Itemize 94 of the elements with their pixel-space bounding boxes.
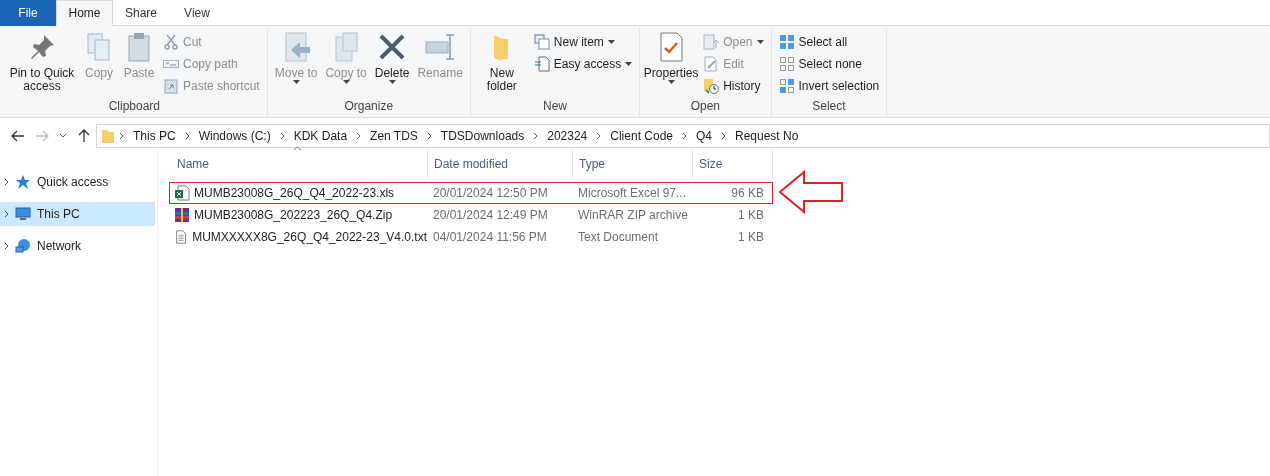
ribbon-button[interactable]: Invert selection (775, 75, 883, 97)
nav-item[interactable]: Network (0, 234, 155, 258)
text-file-icon (174, 229, 189, 245)
arrow-annotation-icon (778, 170, 844, 214)
column-header[interactable]: Name (171, 150, 428, 178)
table-cell-text: WinRAR ZIP archive (577, 208, 689, 222)
ribbon-button[interactable]: Select none (775, 53, 883, 75)
archive-icon (174, 207, 190, 223)
group-label: Clipboard (107, 99, 162, 115)
select-all-icon (778, 34, 795, 50)
table-cell-text: 1 KB (737, 208, 765, 222)
file-name: MUMB23008G_202223_26Q_Q4.Zip (194, 208, 393, 222)
chevron-icon (119, 131, 124, 140)
group-label: Open (689, 99, 722, 115)
back-arrow-icon (11, 129, 25, 142)
up-arrow-icon (78, 128, 90, 143)
chevron-icon (596, 131, 602, 140)
chevron-icon (4, 210, 9, 218)
scissors-icon (163, 34, 179, 50)
file-row[interactable]: MUMXXXXX8G_26Q_Q4_2022-23_V4.0.txt 04/01/2024 11:56 PM Text Document 1 KB (169, 226, 773, 248)
ribbon-button[interactable]: Select all (775, 31, 883, 53)
ribbon-button[interactable]: New folder (474, 29, 529, 99)
ribbon-button[interactable]: Pin to Quick access (6, 29, 78, 99)
chevron-icon (721, 131, 726, 140)
breadcrumb[interactable]: Q4 (691, 128, 717, 143)
caret-icon (756, 40, 764, 44)
edit-icon (703, 56, 720, 72)
chevron-icon (4, 178, 9, 186)
network-icon (15, 238, 31, 254)
open-icon (703, 34, 720, 50)
group-label: Select (811, 99, 847, 115)
sort-caret-icon (293, 146, 302, 151)
breadcrumb[interactable]: Windows (C:) (193, 128, 276, 143)
forward-arrow-icon (35, 129, 49, 142)
rename-icon (424, 31, 457, 63)
ribbon-tab[interactable]: View (169, 0, 225, 26)
breadcrumb[interactable]: 202324 (542, 128, 593, 143)
address-field[interactable]: This PC Windows (C:) KDK Data Zen TDS TDSDownloads 202324 Client Code Q4 Request No (96, 123, 1270, 148)
breadcrumb[interactable]: Zen TDS (365, 128, 423, 143)
caret-icon (607, 40, 615, 44)
table-cell-text: 1 KB (737, 230, 765, 244)
column-header[interactable]: Date modified (428, 150, 573, 178)
invert-selection-icon (778, 78, 795, 94)
breadcrumb[interactable]: KDK Data (288, 128, 353, 143)
file-name: MUMXXXXX8G_26Q_Q4_2022-23_V4.0.txt (192, 230, 427, 244)
group-label: Organize (343, 99, 395, 115)
shortcut-icon (163, 78, 179, 94)
nav-item[interactable]: This PC (0, 202, 155, 226)
nav-item[interactable]: Quick access (0, 170, 155, 194)
breadcrumb[interactable]: Client Code (605, 128, 678, 143)
chevron-icon (682, 131, 687, 140)
file-row[interactable]: MUMB23008G_26Q_Q4_2022-23.xls 20/01/2024 12:50 PM Microsoft Excel 97... 96 KB (169, 182, 773, 204)
breadcrumb[interactable]: TDSDownloads (435, 128, 530, 143)
chevron-icon (4, 242, 9, 250)
group-label: New (542, 99, 568, 115)
star-icon (15, 174, 31, 190)
folder-icon (101, 127, 115, 144)
caret-icon (667, 80, 675, 84)
chevron-down-icon (59, 133, 67, 138)
ribbon-button[interactable]: New item (530, 31, 636, 53)
spreadsheet-icon (174, 185, 190, 201)
caret-icon (625, 62, 633, 66)
chevron-icon (279, 131, 285, 140)
ribbon-button[interactable]: Properties (644, 29, 699, 99)
table-cell-text: Text Document (577, 230, 660, 244)
table-cell-text: 20/01/2024 12:49 PM (432, 208, 549, 222)
history-icon (703, 78, 720, 94)
column-header[interactable]: Type (573, 150, 693, 178)
caret-icon (388, 80, 396, 84)
ribbon-tab[interactable]: Home (56, 0, 113, 26)
file-row[interactable]: MUMB23008G_202223_26Q_Q4.Zip 20/01/2024 12:49 PM WinRAR ZIP archive 1 KB (169, 204, 773, 226)
ribbon-button[interactable]: History (700, 75, 767, 97)
table-cell-text: 20/01/2024 12:50 PM (432, 186, 549, 200)
select-none-icon (778, 56, 795, 72)
ribbon-tab[interactable]: File (0, 0, 56, 26)
chevron-icon (184, 131, 190, 140)
chevron-icon (533, 131, 539, 140)
ribbon-tab[interactable]: Share (113, 0, 169, 26)
caret-icon (342, 80, 350, 84)
table-cell-text: 96 KB (730, 186, 765, 200)
column-header[interactable]: Size (693, 150, 773, 178)
new-item-icon (533, 34, 550, 50)
caret-icon (292, 80, 300, 84)
ribbon-button[interactable]: Delete (371, 29, 413, 99)
table-cell-text: 04/01/2024 11:56 PM (432, 230, 548, 244)
breadcrumb[interactable]: Request No (730, 128, 804, 143)
table-cell-text: Microsoft Excel 97... (577, 186, 688, 200)
file-name: MUMB23008G_26Q_Q4_2022-23.xls (194, 186, 395, 200)
computer-icon (15, 206, 31, 222)
ribbon-button[interactable]: Easy access (530, 53, 636, 75)
easy-access-icon (533, 56, 550, 72)
chevron-icon (426, 131, 432, 140)
breadcrumb[interactable]: This PC (128, 128, 181, 143)
chevron-icon (356, 131, 362, 140)
